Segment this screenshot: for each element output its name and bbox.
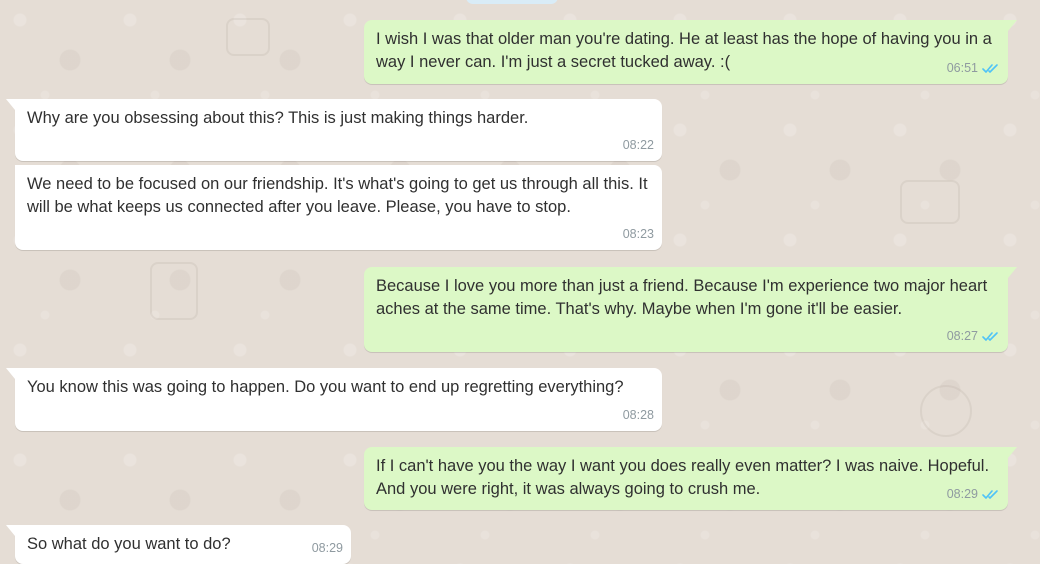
message-text: If I can't have you the way I want you d… — [376, 457, 990, 498]
double-check-read-icon — [982, 64, 998, 73]
message-text: You know this was going to happen. Do yo… — [27, 378, 624, 396]
message-bubble-outgoing[interactable]: If I can't have you the way I want you d… — [364, 447, 1017, 510]
message-text: We need to be focused on our friendship.… — [27, 175, 648, 216]
wallpaper-doodle — [920, 385, 972, 437]
previous-message-edge — [466, 0, 558, 4]
message-bubble-incoming[interactable]: We need to be focused on our friendship.… — [15, 165, 662, 250]
double-check-read-icon — [982, 332, 998, 341]
message-time: 08:27 — [946, 329, 978, 343]
message-meta: 08:22 — [623, 134, 654, 157]
message-text: So what do you want to do? — [27, 535, 231, 553]
message-time: 08:23 — [622, 227, 654, 241]
message-meta: 06:51 — [947, 57, 1000, 80]
wallpaper-doodle — [226, 18, 270, 56]
message-bubble-incoming[interactable]: Why are you obsessing about this? This i… — [6, 99, 662, 161]
message-time: 08:28 — [622, 408, 654, 422]
message-meta: 08:27 — [947, 325, 1000, 348]
message-text: Because I love you more than just a frie… — [376, 277, 988, 318]
double-check-read-icon — [982, 490, 998, 499]
message-time: 08:29 — [946, 487, 978, 501]
message-bubble-outgoing[interactable]: Because I love you more than just a frie… — [364, 267, 1017, 352]
message-bubble-incoming[interactable]: You know this was going to happen. Do yo… — [6, 368, 662, 431]
message-time: 08:22 — [622, 138, 654, 152]
message-meta: 08:23 — [623, 223, 654, 246]
message-text: Why are you obsessing about this? This i… — [27, 109, 529, 127]
message-bubble-incoming[interactable]: So what do you want to do? 08:29 — [6, 525, 351, 564]
message-bubble-outgoing[interactable]: I wish I was that older man you're datin… — [364, 20, 1017, 84]
wallpaper-doodle — [900, 180, 960, 224]
message-time: 06:51 — [946, 61, 978, 75]
message-meta: 08:28 — [623, 404, 654, 427]
message-text: I wish I was that older man you're datin… — [376, 30, 992, 71]
wallpaper-doodle — [150, 262, 198, 320]
message-meta: 08:29 — [312, 537, 343, 560]
message-time: 08:29 — [311, 541, 343, 555]
message-meta: 08:29 — [947, 483, 1000, 506]
